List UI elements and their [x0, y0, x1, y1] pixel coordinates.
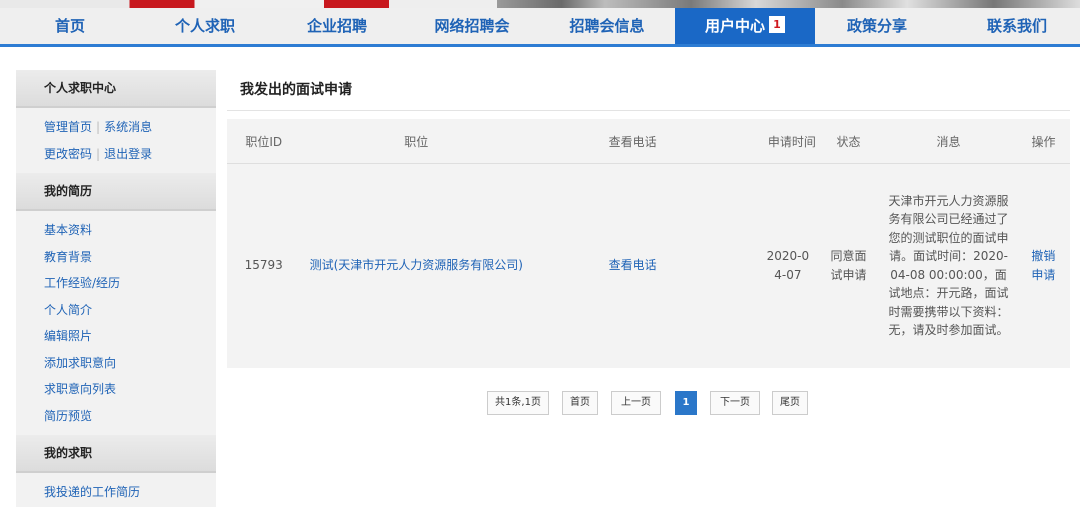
position-link[interactable]: 测试(天津市开元人力资源服务有限公司) — [300, 164, 532, 368]
interview-table: 职位ID 职位 查看电话 申请时间 状态 消息 操作 15793 测试(天津市开… — [227, 119, 1070, 368]
cell-id: 15793 — [244, 258, 283, 273]
pager-summary: 共1条,1页 — [487, 391, 549, 415]
sidebar-link-change-password[interactable]: 更改密码 — [44, 147, 92, 161]
sidebar-link-sent-resumes[interactable]: 我投递的工作简历 — [44, 479, 216, 506]
view-phone-link[interactable]: 查看电话 — [532, 164, 733, 368]
nav-user-center-label: 用户中心 — [704, 17, 765, 35]
sidebar-title-center: 个人求职中心 — [16, 70, 216, 108]
sidebar-job-links: 我投递的工作简历 — [16, 473, 216, 512]
sidebar-link-education[interactable]: 教育背景 — [44, 244, 216, 271]
message-text: 天津市开元人力资源服务有限公司已经通过了您的测试职位的面试申请。面试时间：202… — [888, 193, 1009, 338]
pager-prev-button[interactable]: 上一页 — [611, 391, 661, 415]
col-header-phone: 查看电话 — [532, 119, 734, 164]
nav-contact[interactable]: 联系我们 — [967, 8, 1067, 44]
sidebar-link-resume-preview[interactable]: 简历预览 — [44, 403, 216, 430]
col-header-position: 职位 — [300, 119, 533, 164]
notification-badge: 1 — [769, 16, 785, 33]
sidebar-link-intention-list[interactable]: 求职意向列表 — [44, 376, 216, 403]
col-header-message: 消息 — [880, 119, 1017, 164]
sidebar: 个人求职中心 管理首页 | 系统消息 更改密码 | 退出登录 我的简历 基本资料 教育背… — [16, 70, 216, 507]
pager-current-page[interactable]: 1 — [675, 391, 697, 415]
cell-action: 撤销申请 — [1017, 164, 1070, 368]
sidebar-link-logout[interactable]: 退出登录 — [104, 147, 152, 161]
separator: | — [96, 146, 101, 161]
cell-status: 同意面试申请 — [817, 164, 880, 368]
table-header-row: 职位ID 职位 查看电话 申请时间 状态 消息 操作 — [227, 119, 1070, 164]
sidebar-link-edit-photo[interactable]: 编辑照片 — [44, 323, 216, 350]
sidebar-account-links: 管理首页 | 系统消息 更改密码 | 退出登录 — [16, 108, 216, 173]
page-title: 我发出的面试申请 — [227, 70, 1070, 111]
sidebar-title-my-jobs: 我的求职 — [16, 435, 216, 473]
pager-first-button[interactable]: 首页 — [562, 391, 598, 415]
revoke-application-link[interactable]: 撤销申请 — [1029, 247, 1057, 285]
col-header-id: 职位ID — [227, 119, 301, 164]
col-header-time: 申请时间 — [733, 119, 817, 164]
sidebar-link-basic-info[interactable]: 基本资料 — [44, 217, 216, 244]
nav-online-fair[interactable]: 网络招聘会 — [422, 8, 522, 44]
sidebar-link-add-intention[interactable]: 添加求职意向 — [44, 350, 216, 377]
pager-next-button[interactable]: 下一页 — [710, 391, 760, 415]
nav-recruitment[interactable]: 企业招聘 — [292, 8, 382, 44]
nav-home[interactable]: 首页 — [30, 8, 110, 44]
pager-last-button[interactable]: 尾页 — [772, 391, 808, 415]
main-content: 我发出的面试申请 职位ID 职位 查看电话 申请时间 状态 消息 操作 1579… — [227, 70, 1070, 368]
sidebar-link-experience[interactable]: 工作经验/经历 — [44, 270, 216, 297]
main-nav: 首页 个人求职 企业招聘 网络招聘会 招聘会信息 用户中心 1 政策分享 联系我们 — [0, 8, 1080, 47]
nav-job-seeking[interactable]: 个人求职 — [160, 8, 250, 44]
cell-apply-time: 2020-04-07 — [733, 164, 817, 368]
sidebar-title-resume: 我的简历 — [16, 173, 216, 211]
nav-fair-info[interactable]: 招聘会信息 — [557, 8, 657, 44]
sidebar-link-manage-home[interactable]: 管理首页 — [44, 120, 92, 134]
header-banner — [0, 0, 1080, 8]
separator: | — [96, 120, 101, 134]
sidebar-link-profile[interactable]: 个人简介 — [44, 297, 216, 324]
nav-policy[interactable]: 政策分享 — [832, 8, 922, 44]
status-text: 同意面试申请 — [830, 248, 867, 282]
col-header-action: 操作 — [1016, 119, 1070, 164]
apply-time-text: 2020-04-07 — [766, 248, 810, 282]
nav-user-center[interactable]: 用户中心 1 — [675, 8, 815, 44]
sidebar-link-system-messages[interactable]: 系统消息 — [104, 120, 152, 134]
cell-message: 天津市开元人力资源服务有限公司已经通过了您的测试职位的面试申请。面试时间：202… — [880, 164, 1017, 368]
col-header-status: 状态 — [816, 119, 881, 164]
sidebar-resume-links: 基本资料 教育背景 工作经验/经历 个人简介 编辑照片 添加求职意向 求职意向列… — [16, 211, 216, 435]
table-row: 15793 测试(天津市开元人力资源服务有限公司) 查看电话 2020-04-0… — [227, 164, 1070, 368]
